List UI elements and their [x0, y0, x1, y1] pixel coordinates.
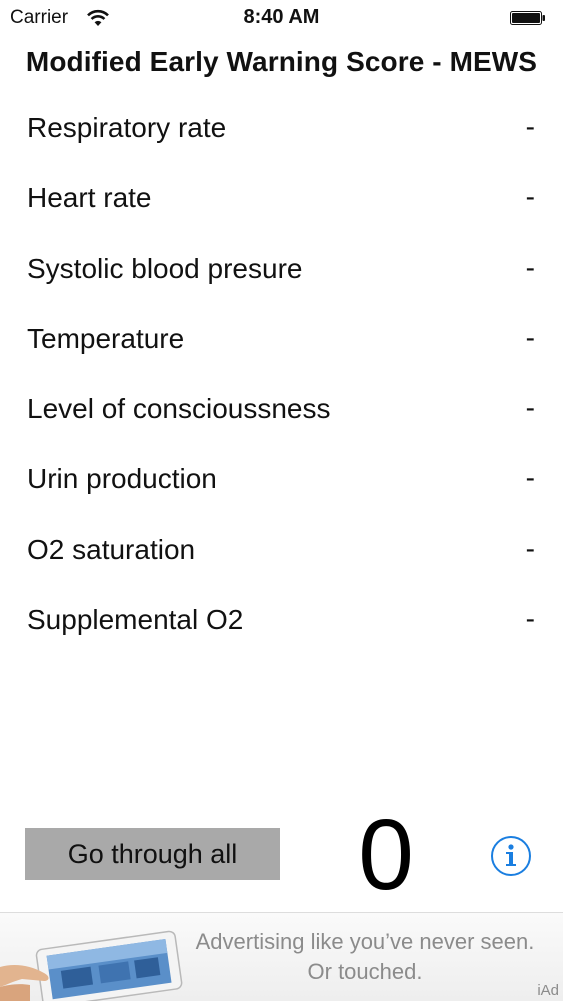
- param-row-temperature[interactable]: Temperature -: [0, 305, 563, 375]
- param-value: -: [525, 181, 535, 213]
- param-row-respiratory-rate[interactable]: Respiratory rate -: [0, 94, 563, 164]
- param-value: -: [525, 603, 535, 635]
- param-label: Urin production: [27, 463, 217, 495]
- param-label: Level of conscioussness: [27, 393, 331, 425]
- page-title: Modified Early Warning Score - MEWS: [25, 46, 538, 77]
- param-row-urine-production[interactable]: Urin production -: [0, 445, 563, 515]
- param-row-level-of-consciousness[interactable]: Level of conscioussness -: [0, 375, 563, 445]
- param-label: Supplemental O2: [27, 604, 244, 636]
- tablet-ad-image: [0, 923, 185, 1001]
- ad-text: Advertising like you’ve never seen. Or t…: [180, 927, 550, 987]
- param-value: -: [525, 111, 535, 142]
- go-through-all-button[interactable]: Go through all: [25, 828, 280, 880]
- battery-icon: [510, 11, 546, 25]
- info-icon[interactable]: [490, 835, 532, 877]
- status-bar: Carrier 8:40 AM: [0, 0, 563, 36]
- ad-banner[interactable]: Advertising like you’ve never seen. Or t…: [0, 912, 563, 1001]
- param-value: -: [525, 462, 535, 494]
- param-label: Respiratory rate: [27, 112, 227, 143]
- mews-score: 0: [358, 799, 414, 911]
- param-value: -: [525, 532, 535, 564]
- mews-parameter-list: Respiratory rate - Heart rate - Systolic…: [0, 94, 563, 656]
- param-label: Heart rate: [27, 182, 152, 214]
- param-row-systolic-blood-pressure[interactable]: Systolic blood presure -: [0, 235, 563, 305]
- ad-text-line-1: Advertising like you’ve never seen.: [195, 929, 535, 954]
- ad-text-line-2: Or touched.: [307, 959, 423, 984]
- iad-brand-label: iAd: [537, 982, 559, 999]
- param-value: -: [525, 251, 535, 283]
- status-time: 8:40 AM: [243, 6, 320, 28]
- param-row-o2-saturation[interactable]: O2 saturation -: [0, 516, 563, 586]
- param-row-heart-rate[interactable]: Heart rate -: [0, 164, 563, 234]
- param-label: Systolic blood presure: [27, 252, 303, 284]
- param-label: Temperature: [27, 322, 185, 354]
- param-row-supplemental-o2[interactable]: Supplemental O2 -: [0, 586, 563, 656]
- param-value: -: [525, 392, 535, 424]
- param-label: O2 saturation: [27, 533, 196, 565]
- param-value: -: [525, 321, 535, 353]
